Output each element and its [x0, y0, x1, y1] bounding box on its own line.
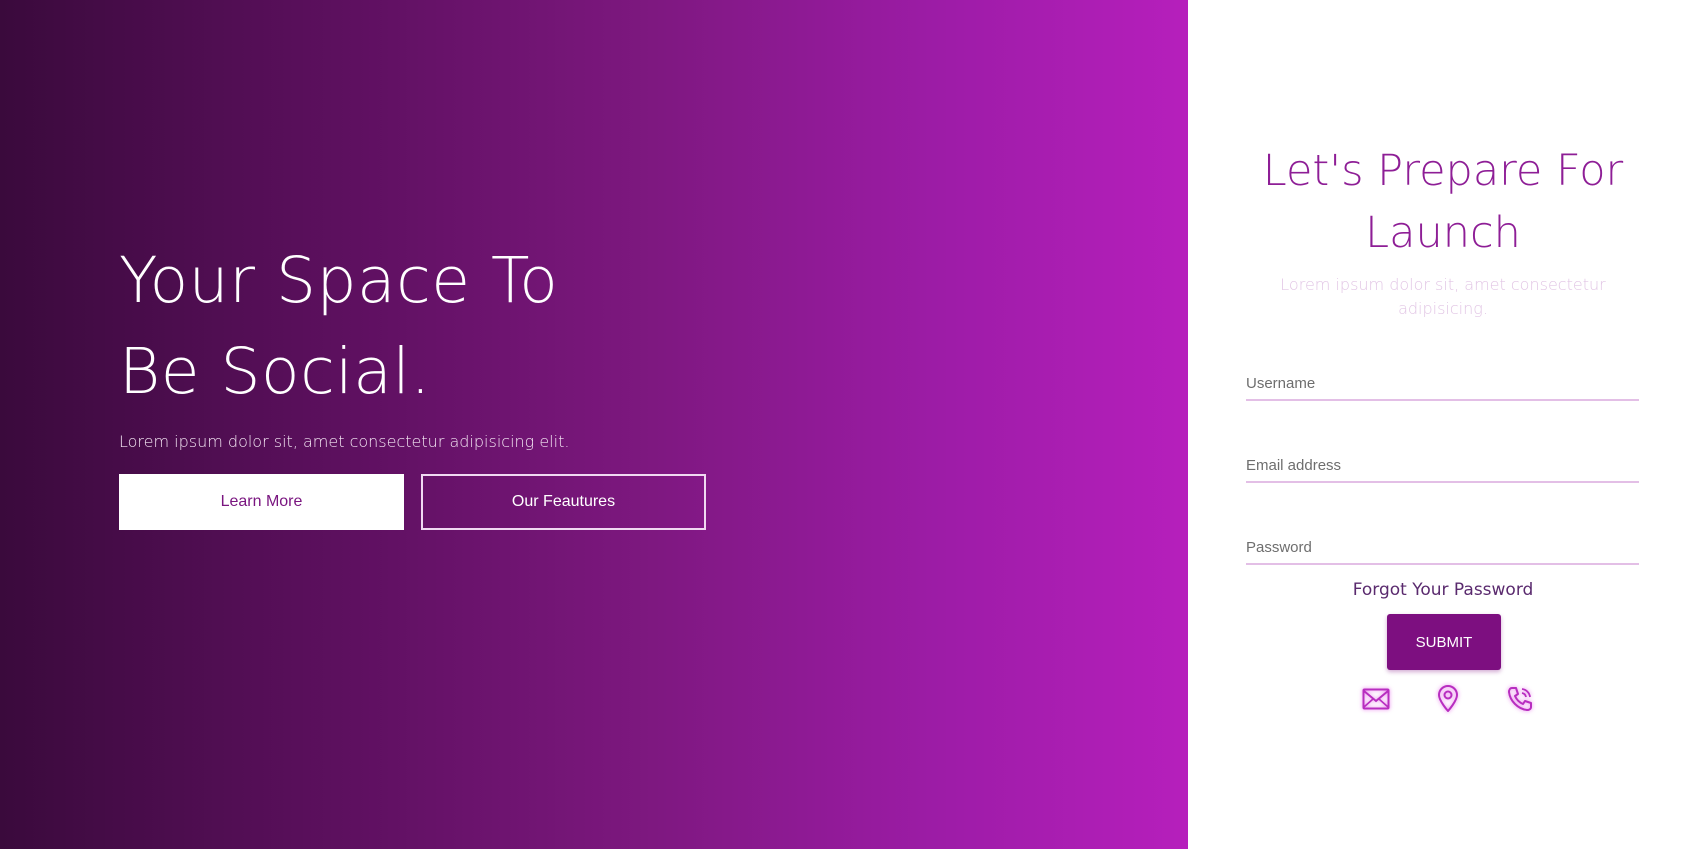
hero-content: Your Space To Be Social. Lorem ipsum dol…	[119, 235, 719, 530]
mail-icon[interactable]	[1361, 684, 1391, 714]
signup-panel: Let's Prepare For Launch Lorem ipsum dol…	[1188, 0, 1698, 849]
password-input[interactable]	[1246, 531, 1639, 565]
phone-icon[interactable]	[1505, 684, 1535, 714]
contact-icons	[1361, 684, 1541, 720]
landing-page: Your Space To Be Social. Lorem ipsum dol…	[0, 0, 1698, 849]
hero-button-group: Learn More Our Feautures	[119, 474, 719, 530]
panel-subtitle: Lorem ipsum dolor sit, amet consectetur …	[1280, 275, 1606, 318]
username-input[interactable]	[1246, 367, 1639, 401]
hero-section: Your Space To Be Social. Lorem ipsum dol…	[0, 0, 1188, 849]
our-features-button[interactable]: Our Feautures	[421, 474, 706, 530]
location-pin-icon[interactable]	[1433, 684, 1463, 714]
forgot-password-link[interactable]: Forgot Your Password	[1246, 580, 1640, 600]
submit-button[interactable]: SUBMIT	[1387, 614, 1501, 670]
learn-more-button[interactable]: Learn More	[119, 474, 404, 530]
hero-description: Lorem ipsum dolor sit, amet consectetur …	[119, 432, 570, 451]
email-input[interactable]	[1246, 449, 1639, 483]
hero-title: Your Space To Be Social.	[119, 244, 559, 408]
panel-title: Let's Prepare For Launch	[1262, 146, 1624, 258]
